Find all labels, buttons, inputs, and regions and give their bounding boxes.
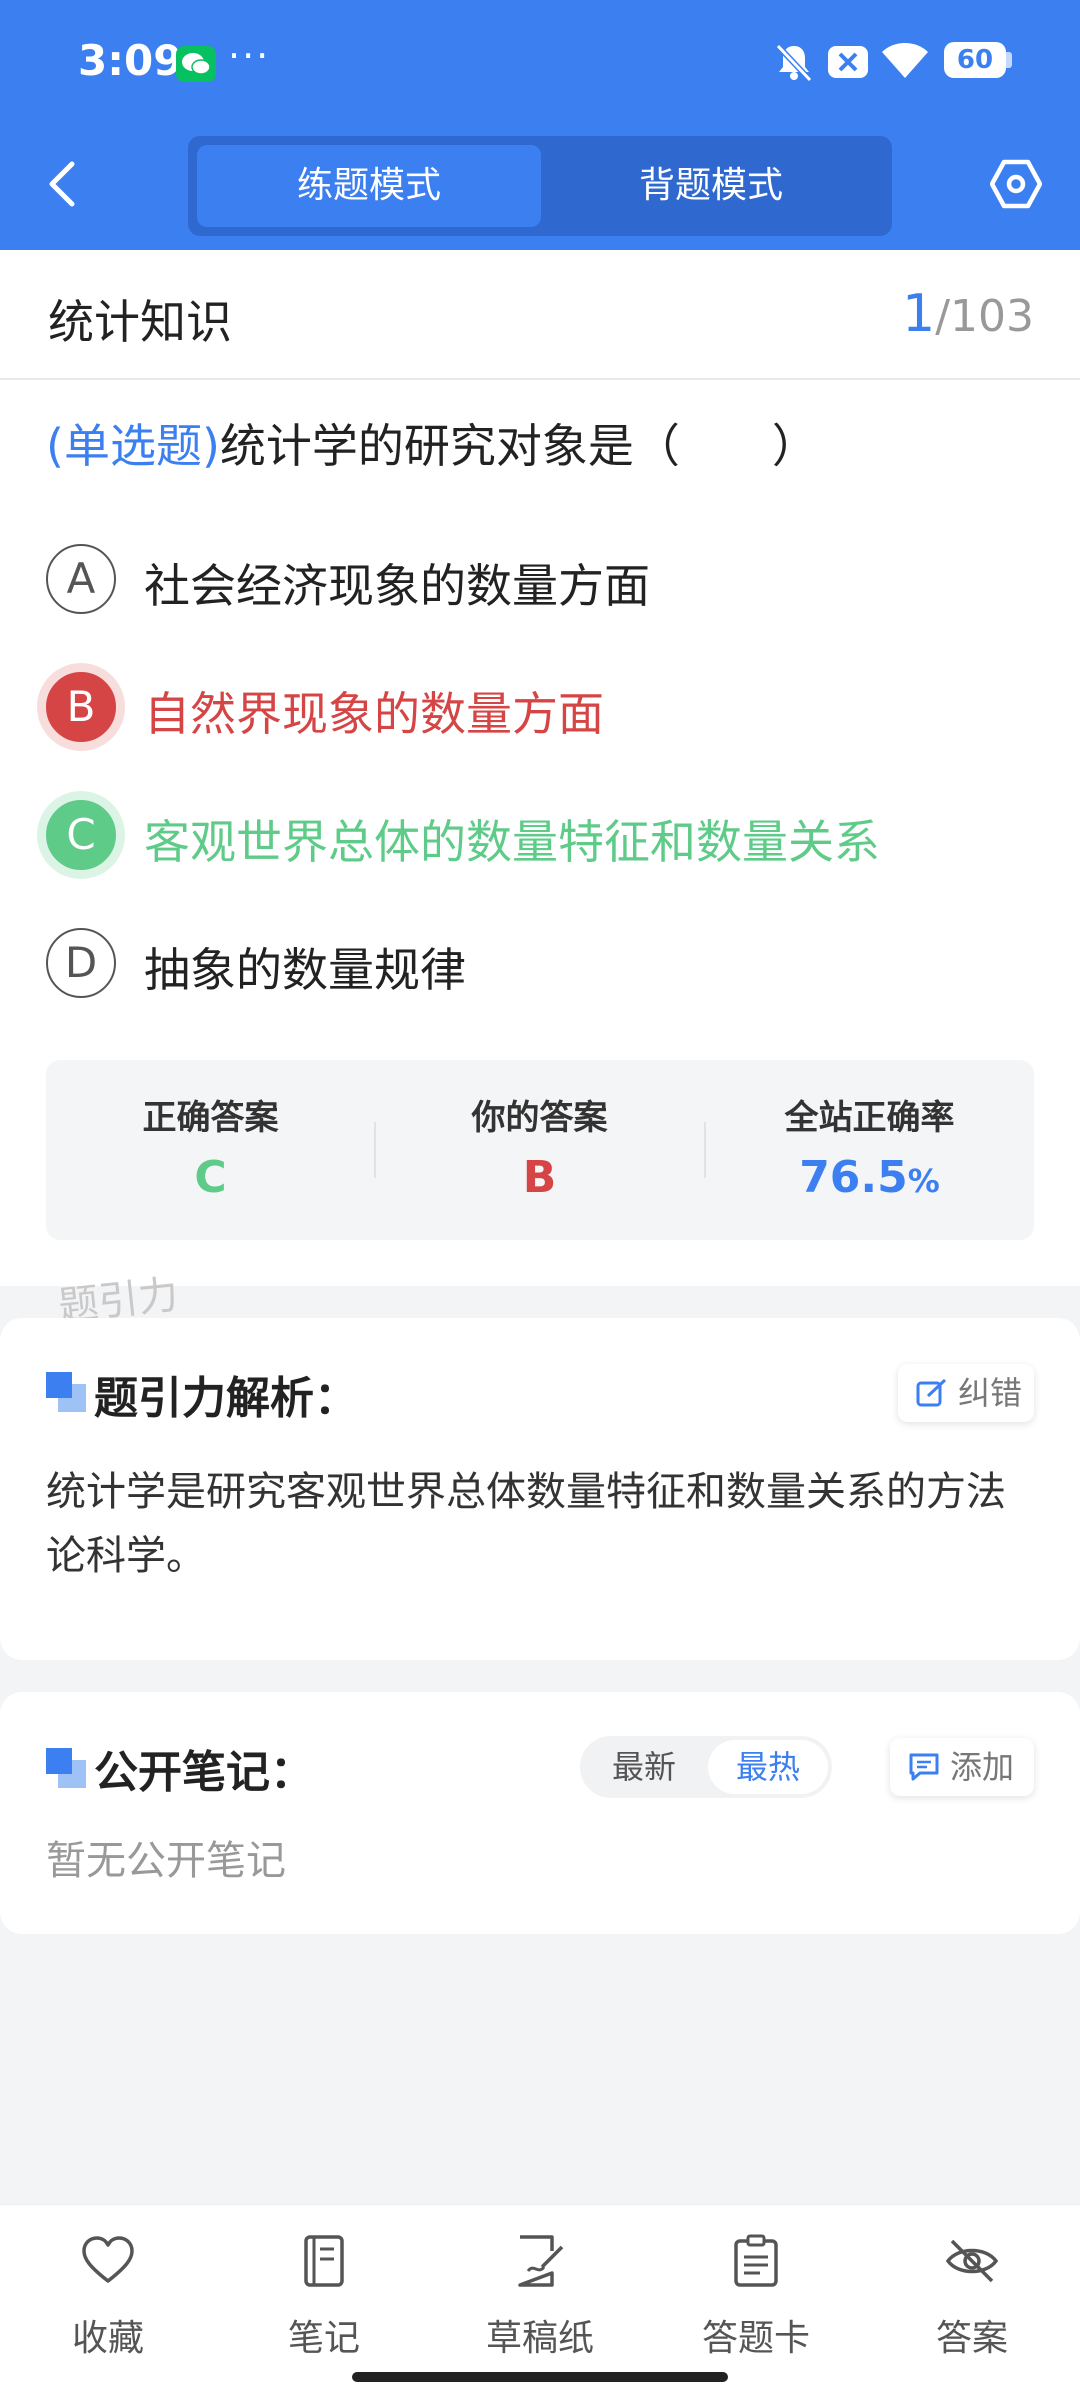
- tab-answer-card[interactable]: 答题卡: [676, 2229, 836, 2369]
- option-c[interactable]: C 客观世界总体的数量特征和数量关系: [46, 796, 1046, 876]
- option-a[interactable]: A 社会经济现象的数量方面: [46, 540, 1046, 620]
- tab-notes[interactable]: 笔记: [244, 2229, 404, 2369]
- back-icon[interactable]: [40, 158, 86, 210]
- option-d[interactable]: D 抽象的数量规律: [46, 924, 1046, 1004]
- tab-label: 收藏: [71, 2318, 144, 2359]
- tab-label: 笔记: [287, 2318, 360, 2359]
- topic-title: 统计知识: [48, 295, 232, 349]
- accuracy-number: 76.5: [799, 1152, 908, 1203]
- tab-label: 草稿纸: [485, 2318, 594, 2359]
- wifi-icon: [882, 43, 928, 78]
- option-text: 自然界现象的数量方面: [144, 687, 604, 741]
- public-notes-title: 公开笔记：: [94, 1747, 314, 1798]
- tab-favorite[interactable]: 收藏: [28, 2229, 188, 2369]
- correct-answer-column: 正确答案 C: [46, 1060, 375, 1240]
- app-header: 3:09 ··· 60 练题模式 背题模式: [0, 0, 1080, 250]
- status-bar: 3:09 ··· 60: [0, 0, 1080, 125]
- topic-row: 统计知识 1/103: [0, 250, 1080, 380]
- current-question-number: 1: [902, 284, 936, 344]
- battery-indicator: 60: [944, 42, 1006, 78]
- wechat-icon: [176, 46, 216, 82]
- notebook-icon: [304, 2235, 344, 2287]
- correct-answer-label: 正确答案: [142, 1098, 279, 1138]
- empty-notes-text: 暂无公开笔记: [46, 1838, 286, 1884]
- accuracy-column: 全站正确率 76.5%: [705, 1060, 1034, 1240]
- mode-toggle: 练题模式 背题模式: [188, 136, 892, 236]
- accuracy-unit: %: [907, 1162, 940, 1200]
- option-b[interactable]: B 自然界现象的数量方面: [46, 668, 1046, 748]
- sort-hottest[interactable]: 最热: [708, 1740, 828, 1794]
- option-text: 客观世界总体的数量特征和数量关系: [144, 815, 880, 869]
- report-error-button[interactable]: 纠错: [898, 1364, 1034, 1422]
- tab-draft-paper[interactable]: 草稿纸: [460, 2229, 620, 2369]
- tab-label: 答题卡: [701, 2318, 810, 2359]
- eye-off-icon: [945, 2239, 999, 2283]
- analysis-card: 题引力解析： 纠错 统计学是研究客观世界总体数量特征和数量关系的方法论科学。: [0, 1318, 1080, 1660]
- add-note-label: 添加: [950, 1748, 1015, 1786]
- section-icon: [46, 1372, 86, 1412]
- option-letter: D: [46, 928, 116, 998]
- question-progress: 1/103: [902, 284, 1034, 344]
- settings-icon[interactable]: [990, 158, 1042, 210]
- bottom-toolbar: 收藏 笔记 草稿纸 答题卡 答案: [0, 2204, 1080, 2400]
- add-note-button[interactable]: 添加: [890, 1738, 1034, 1796]
- your-answer-label: 你的答案: [471, 1098, 608, 1138]
- close-badge-icon: [828, 46, 868, 78]
- heart-icon: [82, 2236, 134, 2283]
- question-text: 统计学的研究对象是（ ）: [219, 419, 818, 473]
- status-time: 3:09: [78, 36, 183, 85]
- edit-icon: [916, 1378, 947, 1407]
- analysis-title: 题引力解析：: [94, 1373, 358, 1424]
- question-card: 统计知识 1/103 (单选题)统计学的研究对象是（ ） A 社会经济现象的数量…: [0, 250, 1080, 1286]
- option-letter: A: [46, 544, 116, 614]
- notes-sort-toggle: 最新 最热: [580, 1736, 832, 1798]
- home-indicator[interactable]: [352, 2372, 728, 2382]
- your-answer-column: 你的答案 B: [375, 1060, 704, 1240]
- your-answer-value: B: [522, 1152, 557, 1203]
- public-notes-card: 公开笔记： 最新 最热 添加 暂无公开笔记: [0, 1692, 1080, 1934]
- battery-cap: [1006, 52, 1012, 68]
- bell-muted-icon: [775, 43, 813, 83]
- option-letter: B: [46, 672, 116, 742]
- option-letter: C: [46, 800, 116, 870]
- answer-summary: 正确答案 C 你的答案 B 全站正确率 76.5%: [46, 1060, 1034, 1240]
- draft-paper-icon: [518, 2235, 564, 2287]
- tab-practice-mode[interactable]: 练题模式: [197, 145, 541, 227]
- tab-answer[interactable]: 答案: [892, 2229, 1052, 2369]
- analysis-text: 统计学是研究客观世界总体数量特征和数量关系的方法论科学。: [46, 1469, 1006, 1579]
- tab-label: 答案: [935, 2318, 1008, 2359]
- question-stem: (单选题)统计学的研究对象是（ ）: [46, 410, 1046, 476]
- section-icon: [46, 1748, 86, 1788]
- question-type: (单选题): [46, 419, 220, 473]
- accuracy-label: 全站正确率: [784, 1098, 955, 1138]
- correct-answer-value: C: [194, 1152, 227, 1203]
- comment-icon: [909, 1753, 939, 1781]
- total-questions: /103: [935, 291, 1034, 342]
- tab-recite-mode[interactable]: 背题模式: [539, 145, 883, 227]
- option-text: 抽象的数量规律: [144, 943, 466, 997]
- report-error-label: 纠错: [958, 1374, 1023, 1412]
- option-text: 社会经济现象的数量方面: [144, 559, 650, 613]
- sort-newest[interactable]: 最新: [584, 1740, 704, 1794]
- answer-card-icon: [734, 2234, 778, 2287]
- accuracy-value: 76.5%: [705, 1152, 1034, 1203]
- more-notifications-icon: ···: [228, 34, 271, 78]
